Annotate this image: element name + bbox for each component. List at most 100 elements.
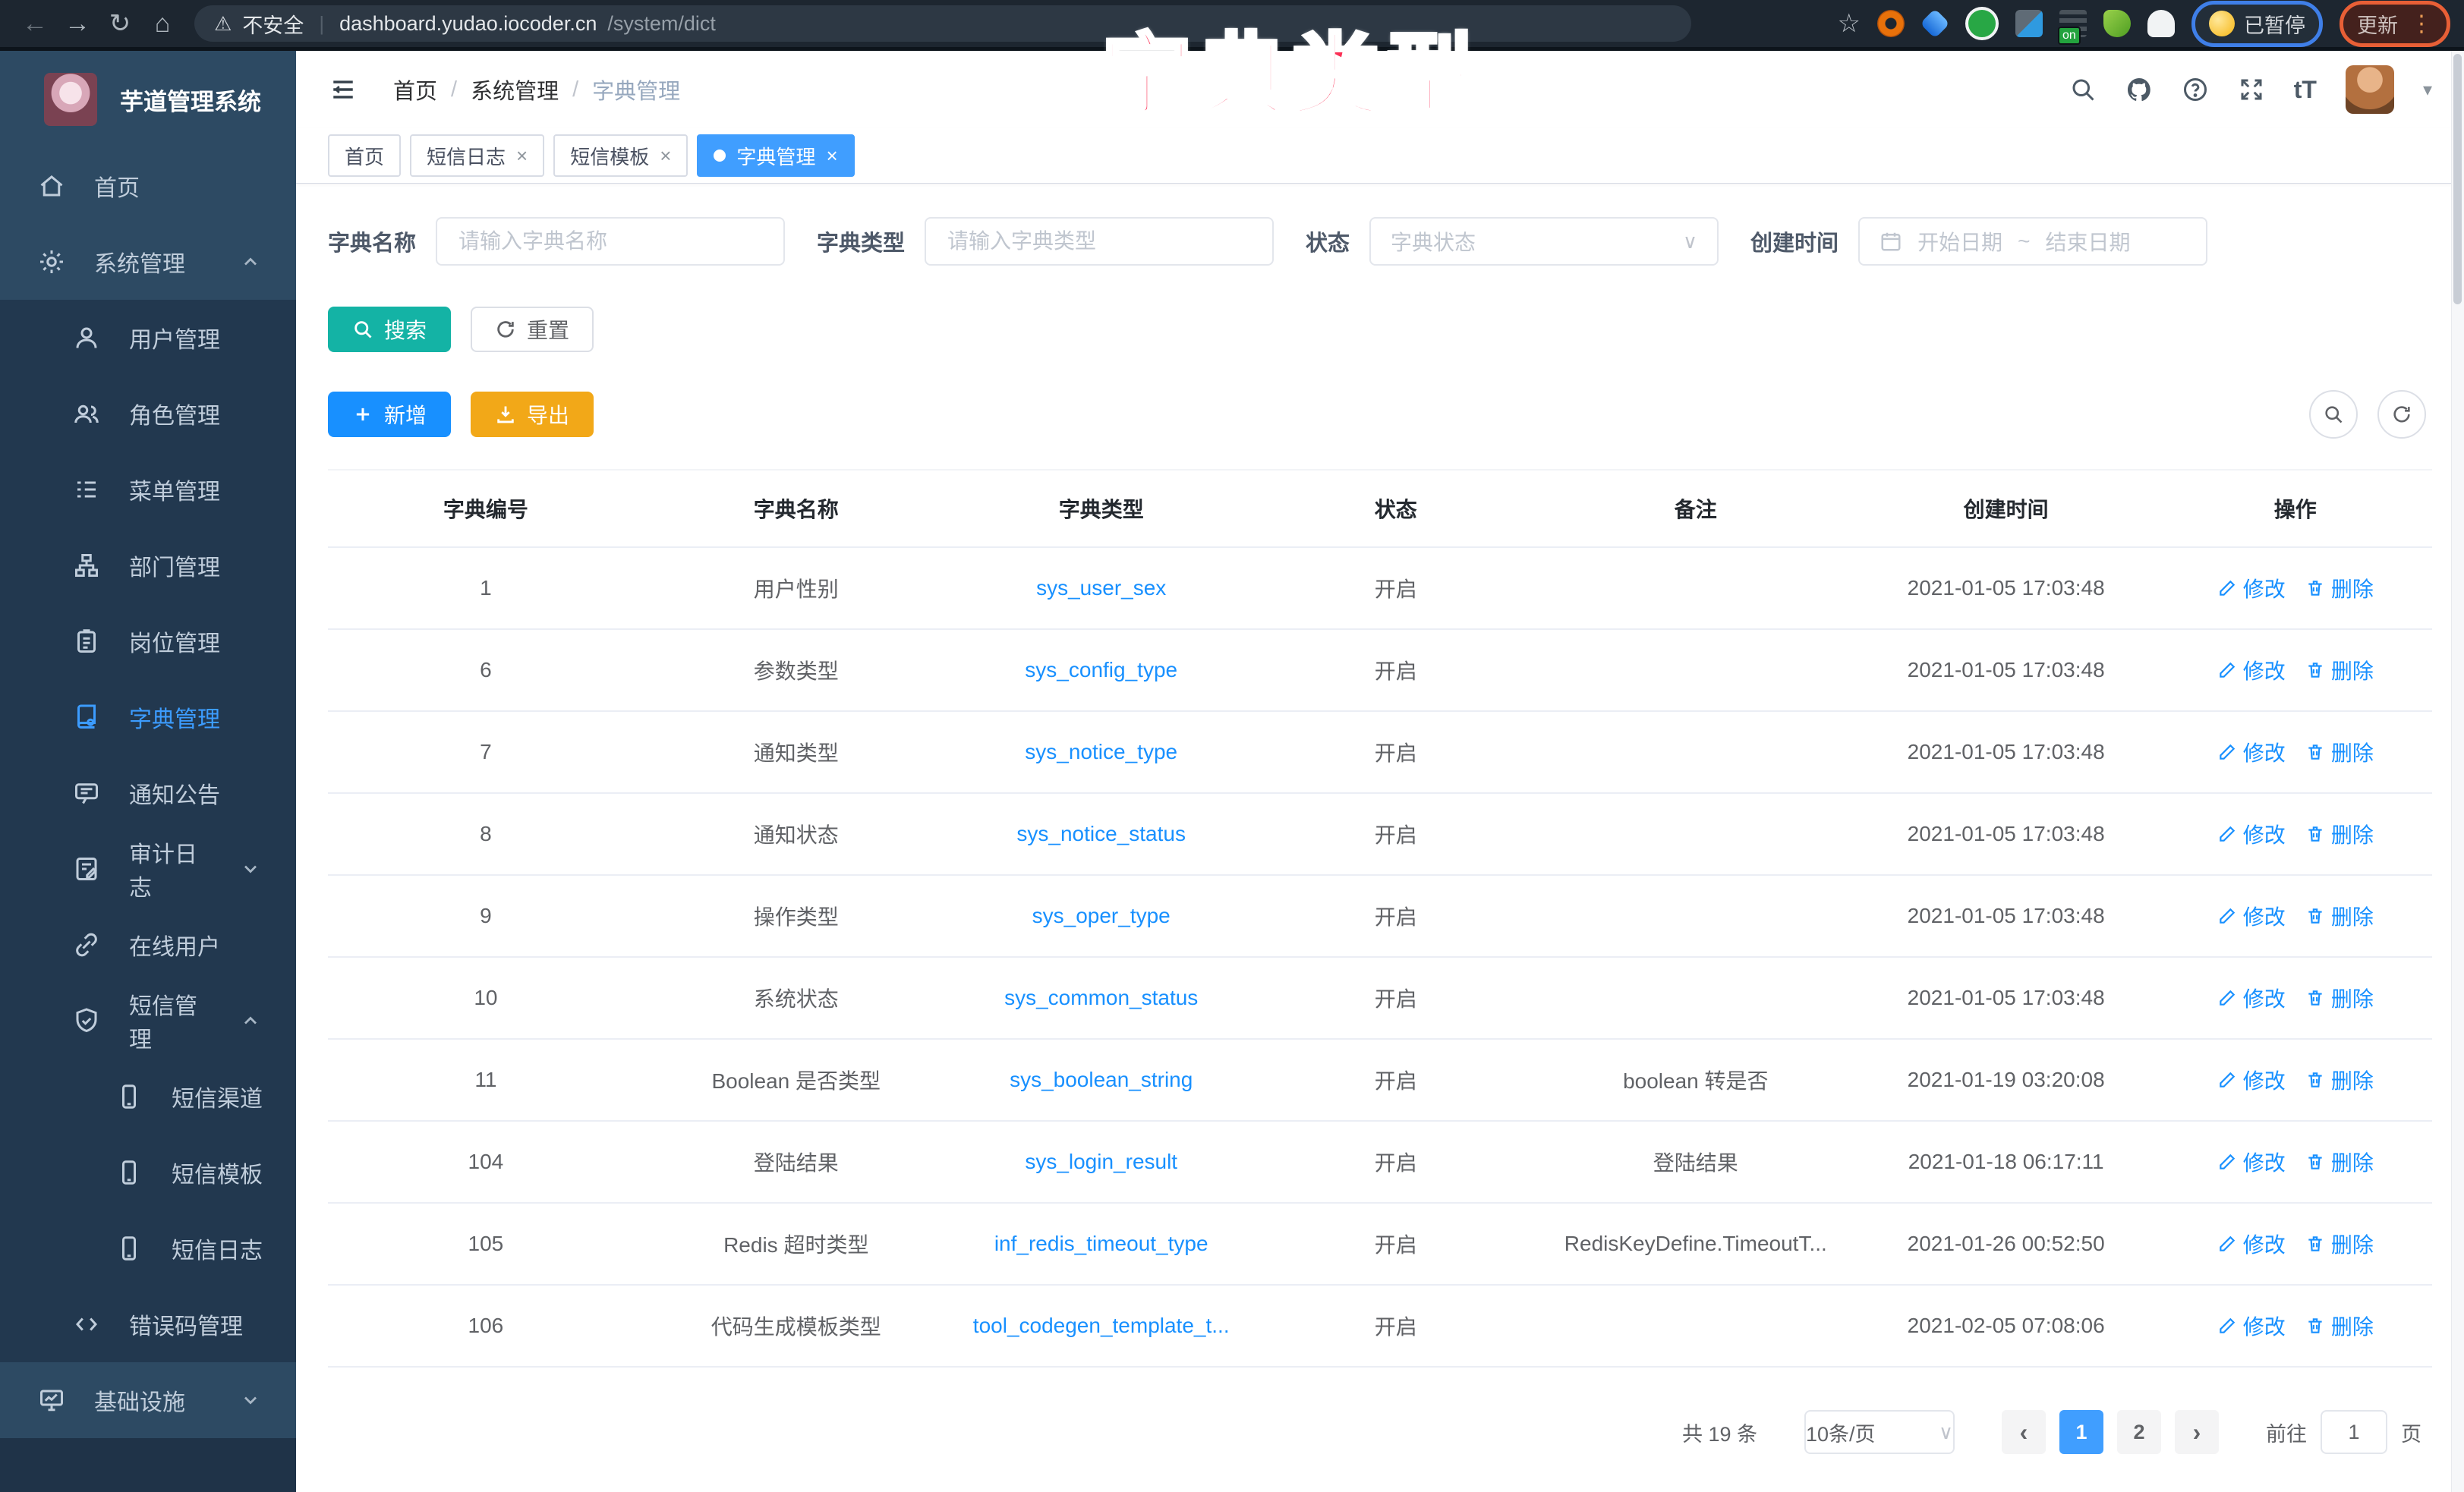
sidebar-item-online-users[interactable]: 在线用户 — [0, 907, 296, 983]
dict-type-link[interactable]: sys_boolean_string — [1010, 1068, 1193, 1091]
dict-type-link[interactable]: sys_oper_type — [1032, 904, 1171, 927]
page-size-select[interactable]: 10条/页 ∨ — [1804, 1410, 1955, 1454]
sidebar-item-sms-channel[interactable]: 短信渠道 — [0, 1059, 296, 1135]
sidebar-item-sms-template[interactable]: 短信模板 — [0, 1135, 296, 1210]
close-icon[interactable]: × — [516, 144, 528, 168]
extension-icon-squares[interactable] — [2015, 10, 2043, 37]
delete-link[interactable]: 删除 — [2305, 1229, 2374, 1259]
goto-page-input[interactable] — [2321, 1410, 2387, 1454]
sidebar-item-home[interactable]: 首页 — [0, 148, 296, 224]
sidebar-item-users[interactable]: 用户管理 — [0, 300, 296, 376]
search-icon[interactable] — [2069, 76, 2097, 103]
delete-link[interactable]: 删除 — [2305, 983, 2374, 1013]
dict-type-link[interactable]: sys_notice_type — [1025, 740, 1177, 763]
sidebar-item-posts[interactable]: 岗位管理 — [0, 603, 296, 679]
breadcrumb-system[interactable]: 系统管理 — [471, 74, 559, 105]
breadcrumb-home[interactable]: 首页 — [393, 74, 437, 105]
fullscreen-icon[interactable] — [2238, 76, 2265, 103]
edit-link[interactable]: 修改 — [2217, 901, 2286, 931]
tab-sms-log[interactable]: 短信日志 × — [410, 134, 544, 177]
sidebar-toggle-icon[interactable] — [328, 77, 358, 102]
bookmark-star-icon[interactable]: ☆ — [1838, 8, 1861, 39]
export-button[interactable]: 导出 — [471, 392, 594, 437]
reset-button[interactable]: 重置 — [471, 307, 594, 352]
font-size-icon[interactable]: tT — [2294, 76, 2317, 104]
page-button-1[interactable]: 1 — [2059, 1410, 2103, 1454]
refresh-table-button[interactable] — [2377, 390, 2426, 439]
scrollbar-thumb[interactable] — [2453, 54, 2462, 304]
next-page-button[interactable]: › — [2175, 1410, 2219, 1454]
edit-link[interactable]: 修改 — [2217, 1311, 2286, 1341]
sidebar-item-sms-log[interactable]: 短信日志 — [0, 1210, 296, 1286]
tab-dict-active[interactable]: 字典管理 × — [697, 134, 854, 177]
extension-icon-gem[interactable] — [1920, 8, 1950, 39]
dict-type-link[interactable]: sys_user_sex — [1036, 576, 1166, 600]
browser-update-button[interactable]: 更新 ⋮ — [2340, 1, 2450, 47]
dict-type-link[interactable]: sys_config_type — [1025, 658, 1177, 681]
delete-link[interactable]: 删除 — [2305, 1147, 2374, 1177]
browser-back-icon[interactable]: ← — [14, 9, 56, 39]
edit-link[interactable]: 修改 — [2217, 573, 2286, 603]
delete-link[interactable]: 删除 — [2305, 655, 2374, 685]
browser-home-icon[interactable]: ⌂ — [141, 9, 184, 39]
status-select[interactable]: 字典状态 ∨ — [1369, 217, 1719, 266]
sidebar-item-infra[interactable]: 基础设施 — [0, 1362, 296, 1438]
edit-link[interactable]: 修改 — [2217, 655, 2286, 685]
edit-link[interactable]: 修改 — [2217, 983, 2286, 1013]
extension-icon-list[interactable]: on — [2059, 10, 2087, 37]
dict-type-link[interactable]: sys_notice_status — [1016, 822, 1186, 845]
delete-link[interactable]: 删除 — [2305, 1065, 2374, 1095]
sidebar-item-error-code[interactable]: 错误码管理 — [0, 1286, 296, 1362]
user-menu-caret-icon[interactable]: ▾ — [2423, 79, 2432, 101]
sidebar-item-roles[interactable]: 角色管理 — [0, 376, 296, 452]
tab-home[interactable]: 首页 — [328, 134, 401, 177]
edit-link[interactable]: 修改 — [2217, 1065, 2286, 1095]
close-icon[interactable]: × — [826, 144, 837, 168]
browser-forward-icon[interactable]: → — [56, 9, 99, 39]
github-icon[interactable] — [2125, 76, 2153, 103]
dict-type-link[interactable]: inf_redis_timeout_type — [994, 1232, 1208, 1255]
dict-name-input[interactable] — [457, 228, 764, 254]
sidebar-item-departments[interactable]: 部门管理 — [0, 527, 296, 603]
sidebar-item-system[interactable]: 系统管理 — [0, 224, 296, 300]
browser-menu-dots-icon[interactable]: ⋮ — [2410, 11, 2433, 37]
edit-link[interactable]: 修改 — [2217, 737, 2286, 767]
show-search-button[interactable] — [2309, 390, 2358, 439]
sidebar-item-notice[interactable]: 通知公告 — [0, 755, 296, 831]
extension-icon-green[interactable] — [1965, 7, 1999, 40]
date-range-picker[interactable]: 开始日期 ~ 结束日期 — [1858, 217, 2207, 266]
delete-link[interactable]: 删除 — [2305, 573, 2374, 603]
address-bar[interactable]: ⚠ 不安全 | dashboard.yudao.iocoder.cn/syste… — [194, 5, 1691, 42]
delete-link[interactable]: 删除 — [2305, 1311, 2374, 1341]
user-avatar[interactable] — [2346, 65, 2394, 114]
delete-link[interactable]: 删除 — [2305, 819, 2374, 849]
app-logo-row[interactable]: 芋道管理系统 — [0, 51, 296, 148]
dict-type-input[interactable] — [946, 228, 1252, 254]
tab-sms-template[interactable]: 短信模板 × — [553, 134, 688, 177]
page-scrollbar[interactable] — [2451, 51, 2464, 1492]
browser-reload-icon[interactable]: ↻ — [99, 8, 141, 39]
close-icon[interactable]: × — [660, 144, 671, 168]
paused-extension-badge[interactable]: 已暂停 — [2191, 1, 2323, 47]
page-button-2[interactable]: 2 — [2117, 1410, 2161, 1454]
help-icon[interactable] — [2182, 76, 2209, 103]
dict-type-link[interactable]: sys_common_status — [1004, 986, 1198, 1009]
edit-link[interactable]: 修改 — [2217, 819, 2286, 849]
extension-icon-profile[interactable] — [2147, 10, 2175, 37]
sidebar-item-audit-log[interactable]: 审计日志 — [0, 831, 296, 907]
prev-page-button[interactable]: ‹ — [2002, 1410, 2046, 1454]
delete-link[interactable]: 删除 — [2305, 901, 2374, 931]
dict-type-link[interactable]: sys_login_result — [1025, 1150, 1177, 1173]
sidebar-item-sms[interactable]: 短信管理 — [0, 983, 296, 1059]
security-label[interactable]: 不安全 — [242, 9, 304, 39]
sidebar-item-menus[interactable]: 菜单管理 — [0, 452, 296, 527]
extension-icon-leaf[interactable] — [2103, 10, 2131, 37]
dict-type-link[interactable]: tool_codegen_template_t... — [973, 1314, 1230, 1337]
delete-link[interactable]: 删除 — [2305, 737, 2374, 767]
edit-link[interactable]: 修改 — [2217, 1147, 2286, 1177]
sidebar-item-dict[interactable]: 字典管理 — [0, 679, 296, 755]
add-button[interactable]: 新增 — [328, 392, 451, 437]
search-button[interactable]: 搜索 — [328, 307, 451, 352]
edit-link[interactable]: 修改 — [2217, 1229, 2286, 1259]
extension-icon-orange[interactable] — [1877, 10, 1905, 37]
